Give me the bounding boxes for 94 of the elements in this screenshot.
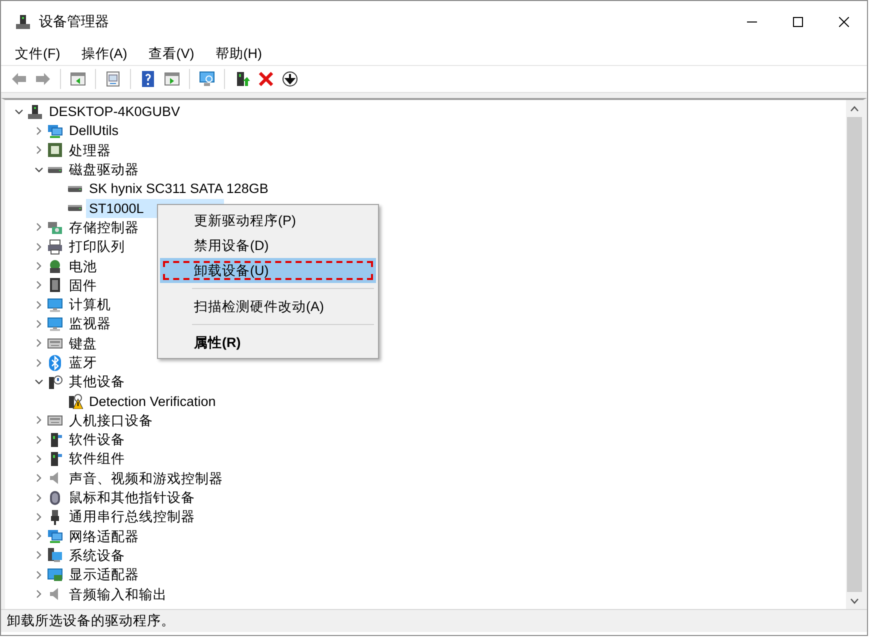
mouse-icon <box>47 490 63 506</box>
tree-item[interactable]: 网络适配器 <box>66 526 142 546</box>
computer-icon <box>27 104 43 120</box>
collapsed-chevron-icon[interactable] <box>35 146 43 154</box>
menu-item[interactable]: 操作(A) <box>73 44 136 64</box>
monitor-icon <box>47 316 63 332</box>
collapsed-chevron-icon[interactable] <box>35 320 43 328</box>
tree-item[interactable]: SK hynix SC311 SATA 128GB <box>86 179 272 198</box>
maximize-icon <box>793 17 803 27</box>
caret-down-icon <box>850 598 859 604</box>
tree-item[interactable]: 蓝牙 <box>66 353 100 372</box>
driver-update-icon <box>234 71 250 87</box>
collapsed-chevron-icon[interactable] <box>35 570 43 579</box>
battery-icon <box>47 258 63 274</box>
collapsed-chevron-icon[interactable] <box>35 454 43 463</box>
tree-item[interactable]: 人机接口设备 <box>66 410 156 430</box>
forward-arrow-icon <box>35 71 51 87</box>
collapsed-chevron-icon[interactable] <box>35 300 43 309</box>
network-icon <box>47 122 63 139</box>
tree-item[interactable]: DellUtils <box>66 121 122 140</box>
tree-item[interactable]: 键盘 <box>66 334 100 353</box>
download-icon <box>282 71 298 87</box>
collapsed-chevron-icon[interactable] <box>35 339 43 348</box>
tree-item[interactable]: 其他设备 <box>66 372 128 392</box>
collapsed-chevron-icon[interactable] <box>35 494 43 502</box>
tree-item[interactable]: 鼠标和其他指针设备 <box>66 488 198 508</box>
tree-item[interactable]: 固件 <box>66 276 100 295</box>
storage-controller-icon <box>47 219 63 236</box>
scrollbar[interactable] <box>846 100 863 609</box>
collapsed-chevron-icon[interactable] <box>35 281 43 290</box>
tree-item[interactable]: 打印队列 <box>66 237 128 256</box>
collapsed-chevron-icon[interactable] <box>35 126 43 135</box>
collapsed-chevron-icon[interactable] <box>35 262 43 270</box>
context-menu-item[interactable]: 禁用设备(D) <box>160 233 376 258</box>
window-title: 设备管理器 <box>39 13 110 31</box>
menu-item[interactable]: 查看(V) <box>140 44 202 64</box>
collapsed-chevron-icon[interactable] <box>35 532 43 540</box>
close-icon <box>258 71 274 87</box>
tree-item[interactable]: 声音、视频和游戏控制器 <box>66 468 226 488</box>
tree-item[interactable]: 存储控制器 <box>66 218 142 237</box>
tree-item[interactable]: 通用串行总线控制器 <box>66 507 198 526</box>
menu-item[interactable]: 文件(F) <box>7 44 68 64</box>
tree-item[interactable]: 软件设备 <box>66 430 128 450</box>
tree-item[interactable]: 磁盘驱动器 <box>66 160 142 180</box>
expanded-chevron-icon[interactable] <box>35 166 43 174</box>
system-device-icon <box>47 547 63 564</box>
collapsed-chevron-icon[interactable] <box>35 358 43 366</box>
unknown-device-icon <box>47 374 63 390</box>
pane-icon <box>164 71 180 87</box>
display-adapter-icon <box>47 566 63 583</box>
status-text: 卸载所选设备的驱动程序。 <box>7 612 175 630</box>
tree-item[interactable]: 系统设备 <box>66 546 128 565</box>
help-icon <box>140 71 156 87</box>
disk-drive-icon <box>68 205 82 212</box>
caret-up-icon <box>850 106 859 112</box>
collapsed-chevron-icon[interactable] <box>35 551 43 560</box>
context-menu-item[interactable]: 扫描检测硬件改动(A) <box>160 294 376 319</box>
expanded-chevron-icon[interactable] <box>15 108 23 116</box>
network-icon <box>47 528 63 544</box>
menu-item[interactable]: 帮助(H) <box>207 44 270 64</box>
app-icon <box>15 14 31 30</box>
expanded-chevron-icon[interactable] <box>35 378 43 386</box>
warning-device-icon <box>67 393 83 410</box>
collapsed-chevron-icon[interactable] <box>35 436 43 444</box>
tree-item[interactable]: 处理器 <box>66 140 114 160</box>
tree-item[interactable]: 显示适配器 <box>66 565 142 584</box>
scrollbar-thumb[interactable] <box>847 117 862 592</box>
disk-drive-icon <box>68 186 82 192</box>
collapsed-chevron-icon[interactable] <box>35 223 43 232</box>
processor-icon <box>47 142 63 158</box>
properties-icon <box>105 71 121 87</box>
disk-drive-icon <box>48 166 62 173</box>
tree-item[interactable]: 音频输入和输出 <box>66 584 170 604</box>
context-menu-item[interactable]: 卸载设备(U) <box>160 258 376 283</box>
tree-item[interactable]: 电池 <box>66 256 100 276</box>
tree-item[interactable]: 软件组件 <box>66 449 128 468</box>
chip-icon <box>47 277 63 294</box>
back-arrow-icon <box>11 71 27 87</box>
bluetooth-icon <box>47 354 63 370</box>
collapsed-chevron-icon[interactable] <box>35 242 43 251</box>
tree-item[interactable]: 计算机 <box>66 295 114 314</box>
collapsed-chevron-icon[interactable] <box>35 416 43 424</box>
context-menu-item[interactable]: 属性(R) <box>160 330 376 355</box>
pane-icon <box>70 71 86 87</box>
collapsed-chevron-icon[interactable] <box>35 474 43 482</box>
monitor-icon <box>47 296 63 313</box>
collapsed-chevron-icon[interactable] <box>35 590 43 598</box>
tree-item[interactable]: Detection Verification <box>86 392 219 411</box>
monitor-icon <box>199 71 215 87</box>
collapsed-chevron-icon[interactable] <box>35 512 43 521</box>
tree-item[interactable]: 监视器 <box>66 314 114 334</box>
printer-icon <box>47 238 63 255</box>
tree-item[interactable]: DESKTOP-4K0GUBV <box>46 102 184 122</box>
close-icon <box>839 17 849 27</box>
